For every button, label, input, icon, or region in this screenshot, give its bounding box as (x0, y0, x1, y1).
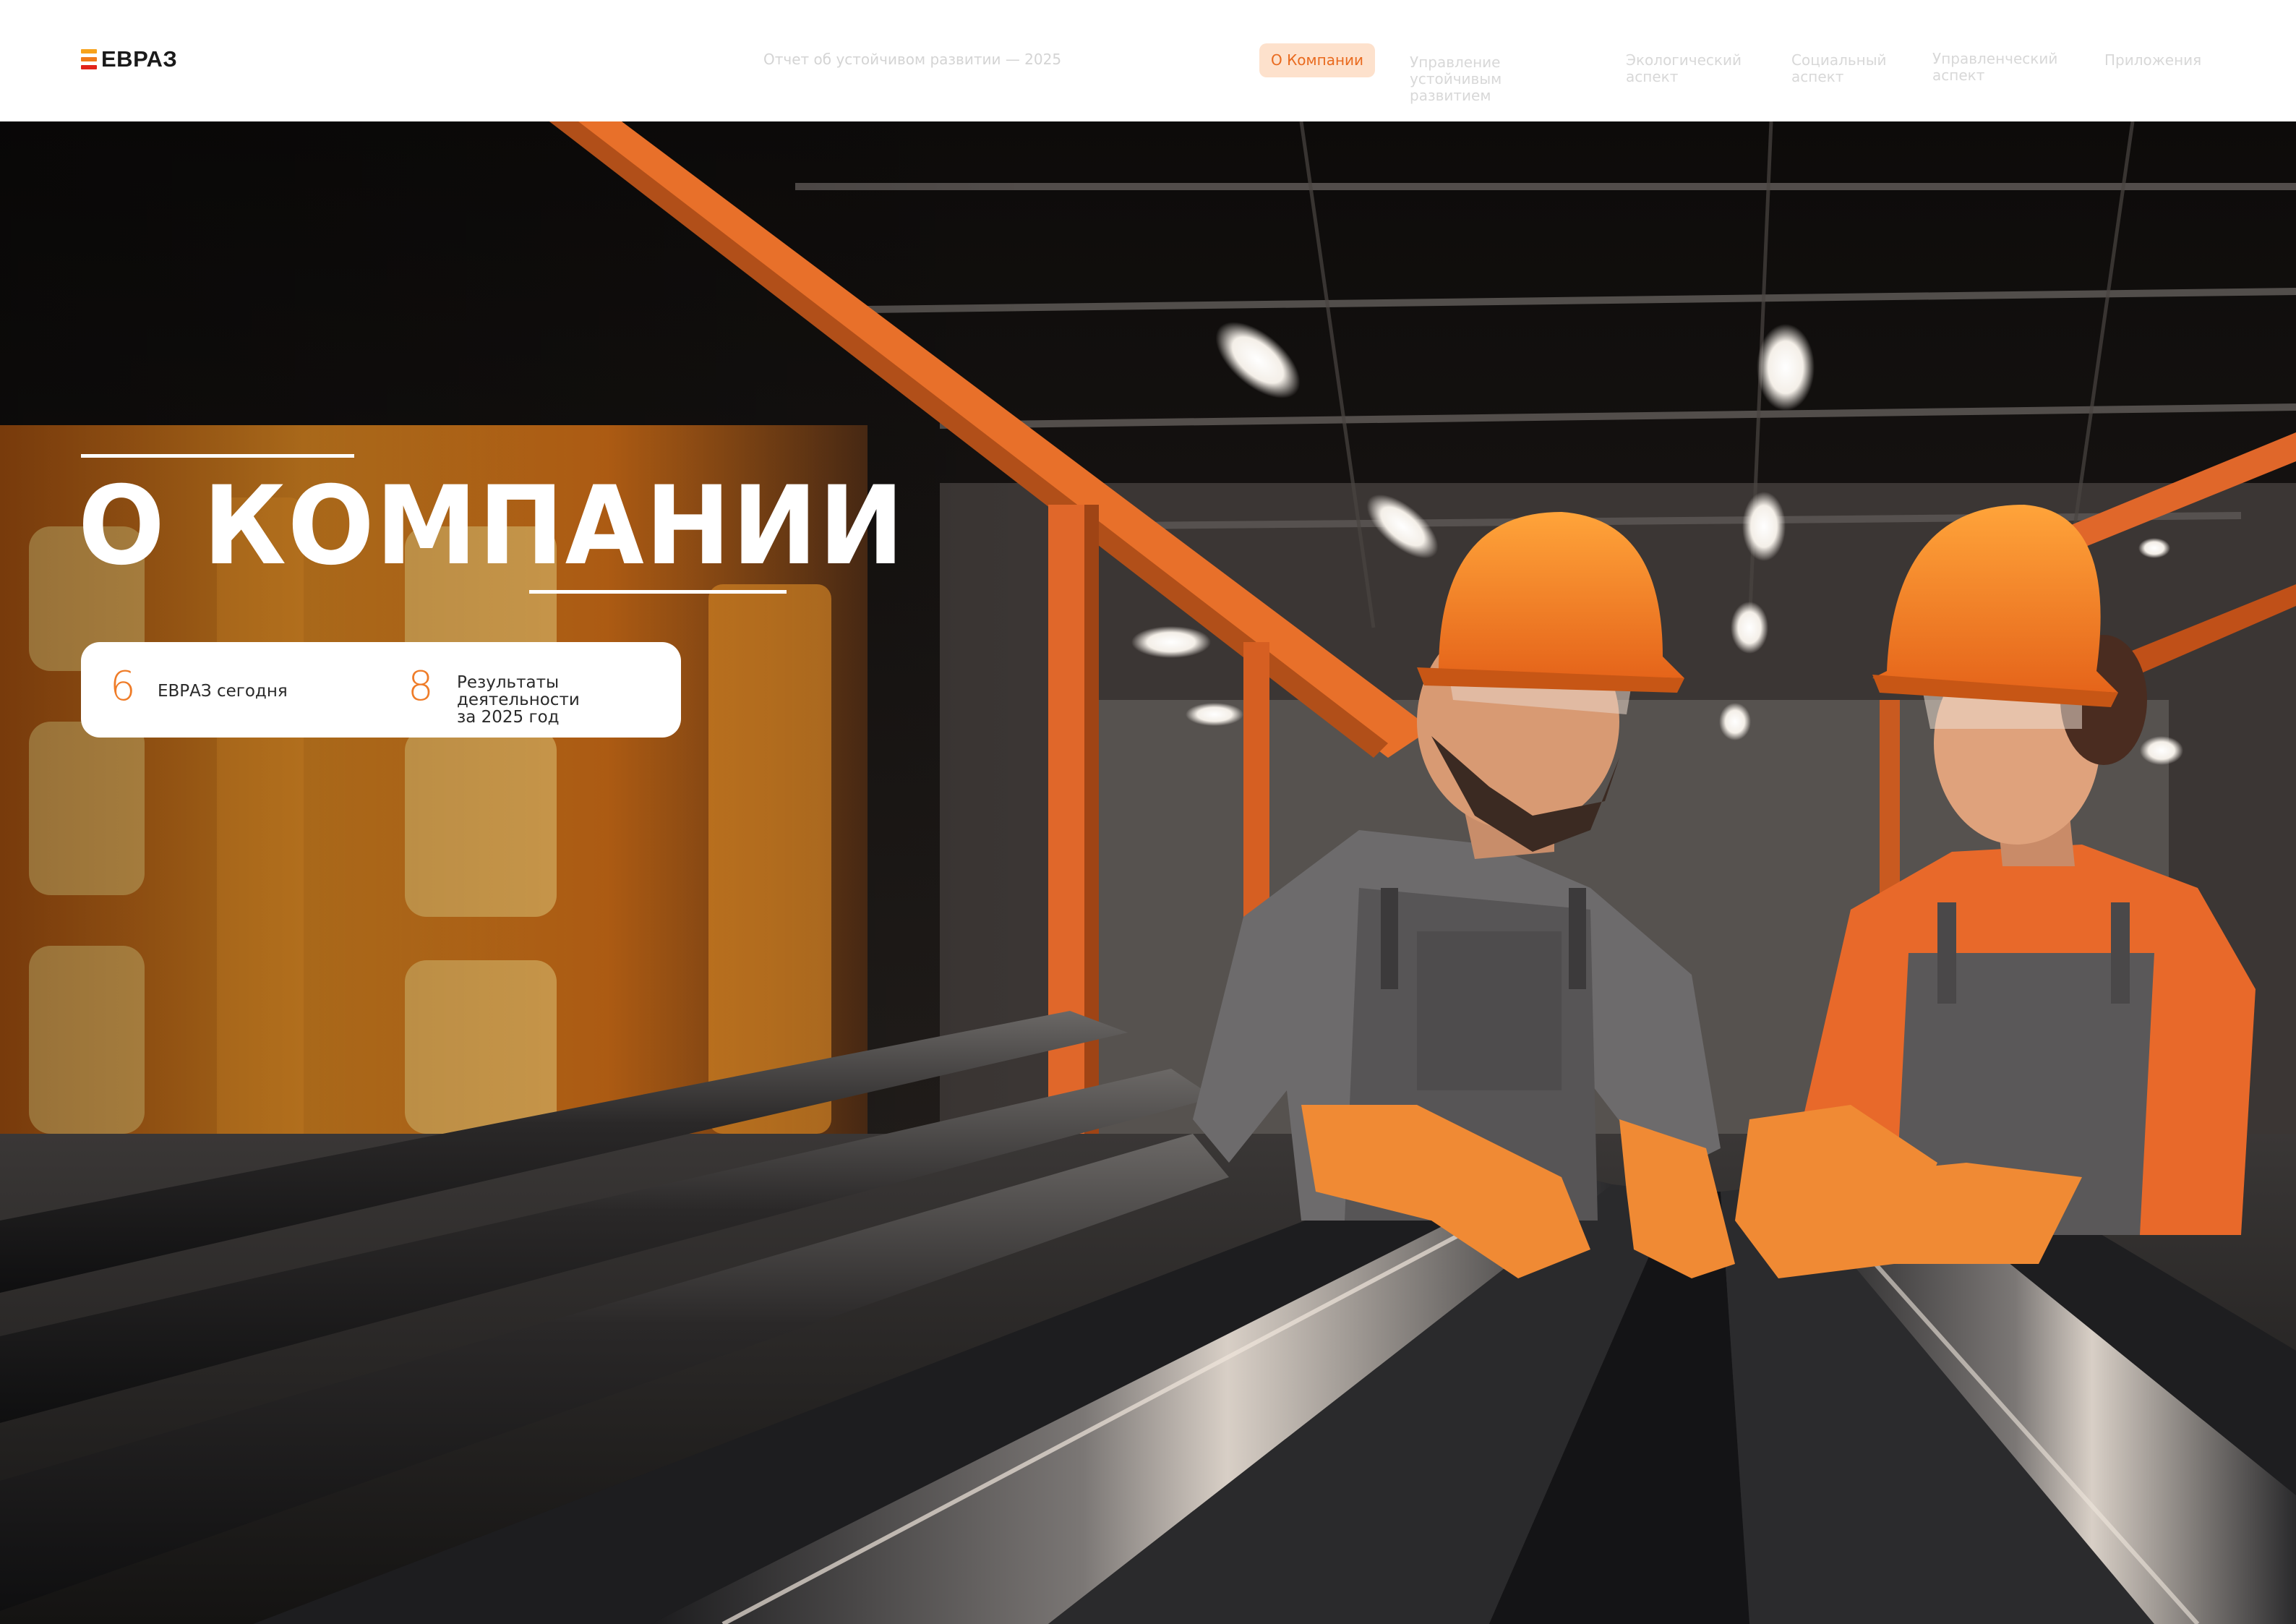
nav-item-social[interactable]: Социальный аспект (1791, 52, 1887, 85)
factory-workers-illustration (0, 121, 2296, 1624)
nav-item-about[interactable]: О Компании (1259, 43, 1376, 77)
toc-label: Результаты деятельности за 2025 год (457, 673, 580, 727)
toc-page-number: 8 (408, 663, 434, 710)
section-contents-card: 6 ЕВРАЗ сегодня 8 Результаты деятельност… (81, 642, 681, 738)
nav-item-governance[interactable]: Управленческий аспект (1932, 51, 2057, 84)
nav-item-environmental[interactable]: Экологический аспект (1626, 52, 1742, 85)
toc-page-number: 6 (110, 663, 136, 710)
title-rule-top (81, 454, 354, 458)
hero-section: О КОМПАНИИ 6 ЕВРАЗ сегодня 8 Результаты … (0, 121, 2296, 1624)
logo-text: ЕВРАЗ (101, 46, 178, 72)
toc-item-evraz-today[interactable]: 6 ЕВРАЗ сегодня (81, 642, 370, 738)
toc-label: ЕВРАЗ сегодня (158, 682, 288, 701)
site-header: ЕВРАЗ Отчет об устойчивом развитии — 202… (0, 0, 2296, 121)
nav-item-appendices[interactable]: Приложения (2104, 52, 2201, 69)
report-title: Отчет об устойчивом развитии — 2025 (763, 51, 1062, 68)
page-title: О КОМПАНИИ (78, 463, 906, 589)
nav-item-sustainability[interactable]: Управление устойчивым развитием (1410, 54, 1502, 104)
logo-stripes-icon (81, 49, 97, 69)
toc-item-results-2025[interactable]: 8 Результаты деятельности за 2025 год (377, 642, 681, 738)
evraz-logo[interactable]: ЕВРАЗ (81, 48, 177, 71)
title-rule-bottom (529, 590, 787, 594)
